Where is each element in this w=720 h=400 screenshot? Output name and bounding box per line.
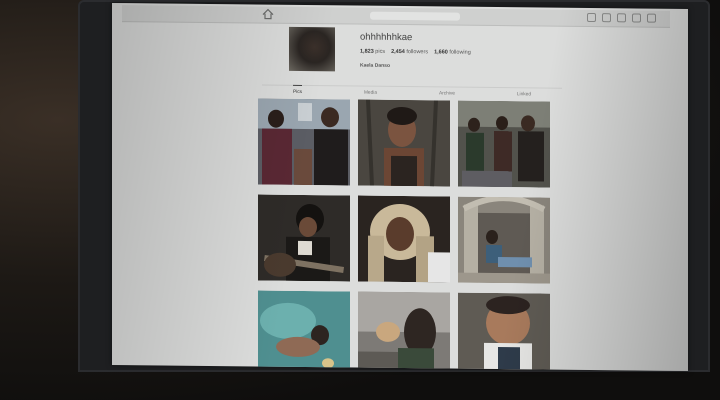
toolbar-icons [587,12,656,23]
search-input[interactable] [370,11,460,21]
photo-tile-guitar[interactable] [258,194,350,282]
tab-linked[interactable]: Linked [517,88,531,100]
profile-icon[interactable] [647,13,656,23]
photo-tile-sunset[interactable] [358,291,450,372]
tab-archive[interactable]: Archive [439,87,455,99]
doorway-photo-icon [458,196,550,284]
settings-icon[interactable] [632,13,641,23]
profile-stats: 1,823 pics 2,454 followers 1,660 followi… [360,49,471,56]
bookmark-icon[interactable] [602,13,611,23]
browser-topbar [122,5,670,28]
photo-tile-braids[interactable] [358,195,450,283]
party-photo-icon [458,100,550,188]
group-photo-icon [258,98,350,186]
photo-tile-portrait[interactable] [358,99,450,187]
following-stat[interactable]: 1,660 following [434,49,471,55]
photo-tile-group[interactable] [258,98,350,186]
guitar-photo-icon [258,194,350,282]
profile-username: ohhhhhhkae [360,31,413,44]
laptop-screen: ohhhhhhkae 1,823 pics 2,454 followers 1,… [112,2,688,372]
photo-tile-doorway[interactable] [458,196,550,284]
portrait-photo-icon [358,99,450,187]
share-icon[interactable] [587,12,596,23]
tab-pics[interactable]: Pics [292,84,303,98]
heart-icon[interactable] [617,13,626,23]
sunset-photo-icon [358,291,450,372]
pool-photo-icon [258,290,350,372]
baby-photo-icon [458,292,550,372]
photo-tile-pool[interactable] [258,290,350,372]
tab-media[interactable]: Media [364,87,377,99]
photo-tile-baby[interactable] [458,292,550,372]
followers-stat[interactable]: 2,454 followers [391,49,428,55]
avatar[interactable] [289,26,335,72]
profile-full-name: Kaela Danso [360,62,391,69]
braids-portrait-photo-icon [358,195,450,283]
posts-stat[interactable]: 1,823 pics [360,49,385,55]
home-icon[interactable] [262,8,274,20]
photo-tile-party[interactable] [458,100,550,188]
